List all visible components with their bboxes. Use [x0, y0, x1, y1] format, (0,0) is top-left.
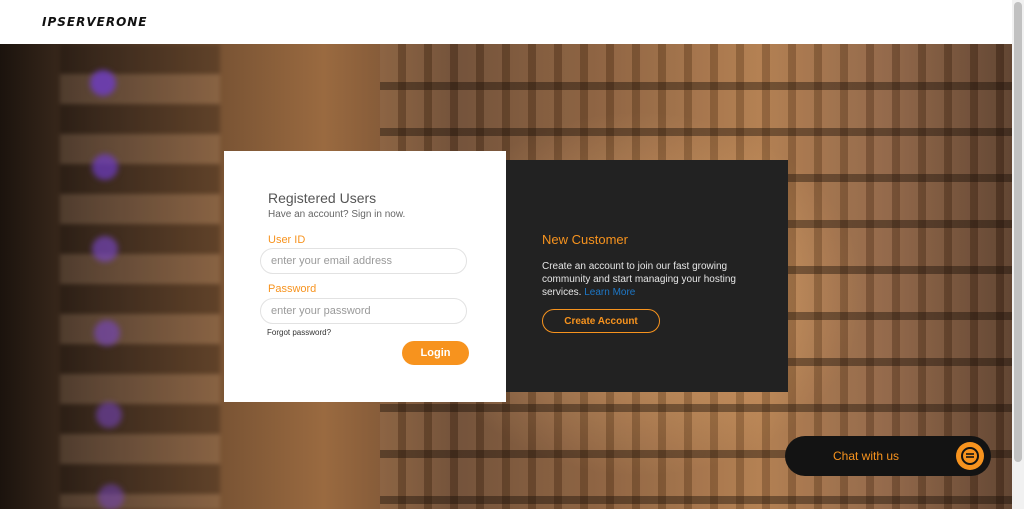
chat-label[interactable]: Chat with us: [833, 449, 899, 463]
description-text: Create an account to join our fast growi…: [542, 261, 736, 298]
site-logo[interactable]: IPSERVERONE: [42, 15, 148, 29]
create-account-button[interactable]: Create Account: [542, 309, 660, 333]
background-light: [92, 236, 118, 262]
learn-more-link[interactable]: Learn More: [584, 287, 635, 298]
login-subtitle: Have an account? Sign in now.: [268, 209, 406, 220]
new-customer-panel: New Customer Create an account to join o…: [506, 160, 788, 392]
forgot-password-link[interactable]: Forgot password?: [267, 328, 331, 337]
background-light: [94, 320, 120, 346]
background-blur: [60, 44, 220, 509]
chat-bubble-icon[interactable]: [956, 442, 984, 470]
password-input[interactable]: [260, 298, 467, 324]
chat-bubble-icon-glyph: [961, 447, 979, 465]
scrollbar-thumb[interactable]: [1014, 2, 1022, 462]
background-light: [98, 484, 124, 509]
login-title: Registered Users: [268, 190, 377, 206]
user-id-label: User ID: [268, 234, 306, 246]
background-light: [90, 70, 116, 96]
chat-widget[interactable]: Chat with us: [785, 436, 991, 476]
user-id-input[interactable]: [260, 248, 467, 274]
site-header: IPSERVERONE: [0, 0, 1012, 44]
page-scrollbar[interactable]: [1012, 0, 1024, 509]
login-panel: Registered Users Have an account? Sign i…: [224, 151, 506, 402]
password-label: Password: [268, 283, 317, 295]
login-button[interactable]: Login: [402, 341, 469, 365]
background-light: [96, 402, 122, 428]
new-customer-description: Create an account to join our fast growi…: [542, 260, 762, 299]
new-customer-title: New Customer: [542, 232, 628, 247]
background-light: [92, 154, 118, 180]
